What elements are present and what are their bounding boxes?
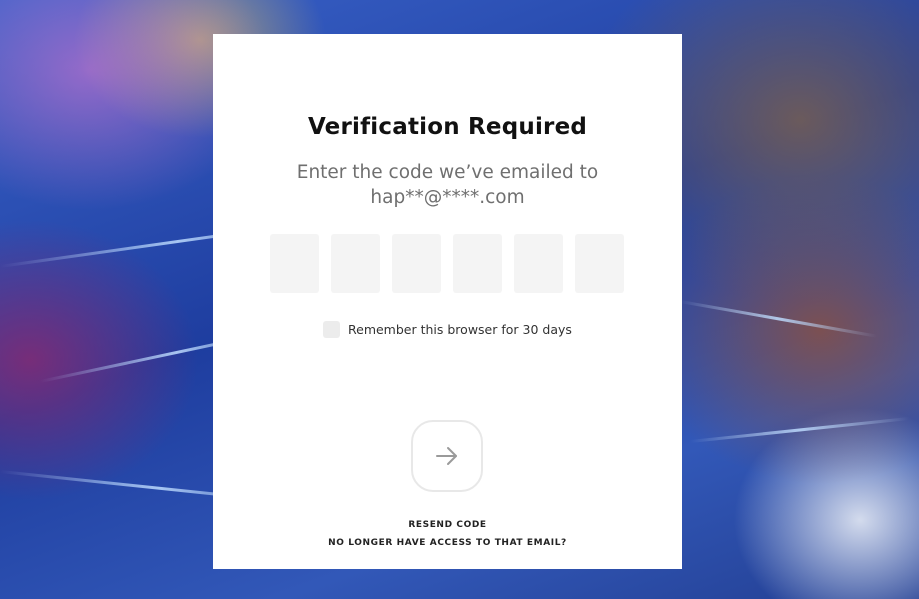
resend-code-link[interactable]: RESEND CODE — [213, 516, 682, 534]
code-input-5[interactable] — [514, 234, 563, 293]
code-input-3[interactable] — [392, 234, 441, 293]
code-input-6[interactable] — [575, 234, 624, 293]
code-input-4[interactable] — [453, 234, 502, 293]
dialog-title: Verification Required — [307, 114, 588, 140]
dialog-subtitle: Enter the code we’ve emailed to hap**@**… — [296, 162, 599, 208]
arrow-right-icon — [436, 447, 457, 465]
submit-button[interactable] — [411, 420, 483, 492]
speed-streak — [679, 300, 878, 338]
verification-dialog: Verification Required Enter the code we’… — [213, 34, 682, 569]
code-inputs — [270, 234, 624, 293]
remember-browser-label: Remember this browser for 30 days — [348, 322, 572, 337]
remember-browser-row[interactable]: Remember this browser for 30 days — [323, 321, 572, 338]
remember-browser-checkbox[interactable] — [323, 321, 340, 338]
help-links: RESEND CODE NO LONGER HAVE ACCESS TO THA… — [213, 516, 682, 552]
code-input-1[interactable] — [270, 234, 319, 293]
no-access-link[interactable]: NO LONGER HAVE ACCESS TO THAT EMAIL? — [213, 534, 682, 552]
code-input-2[interactable] — [331, 234, 380, 293]
speed-streak — [689, 417, 909, 443]
